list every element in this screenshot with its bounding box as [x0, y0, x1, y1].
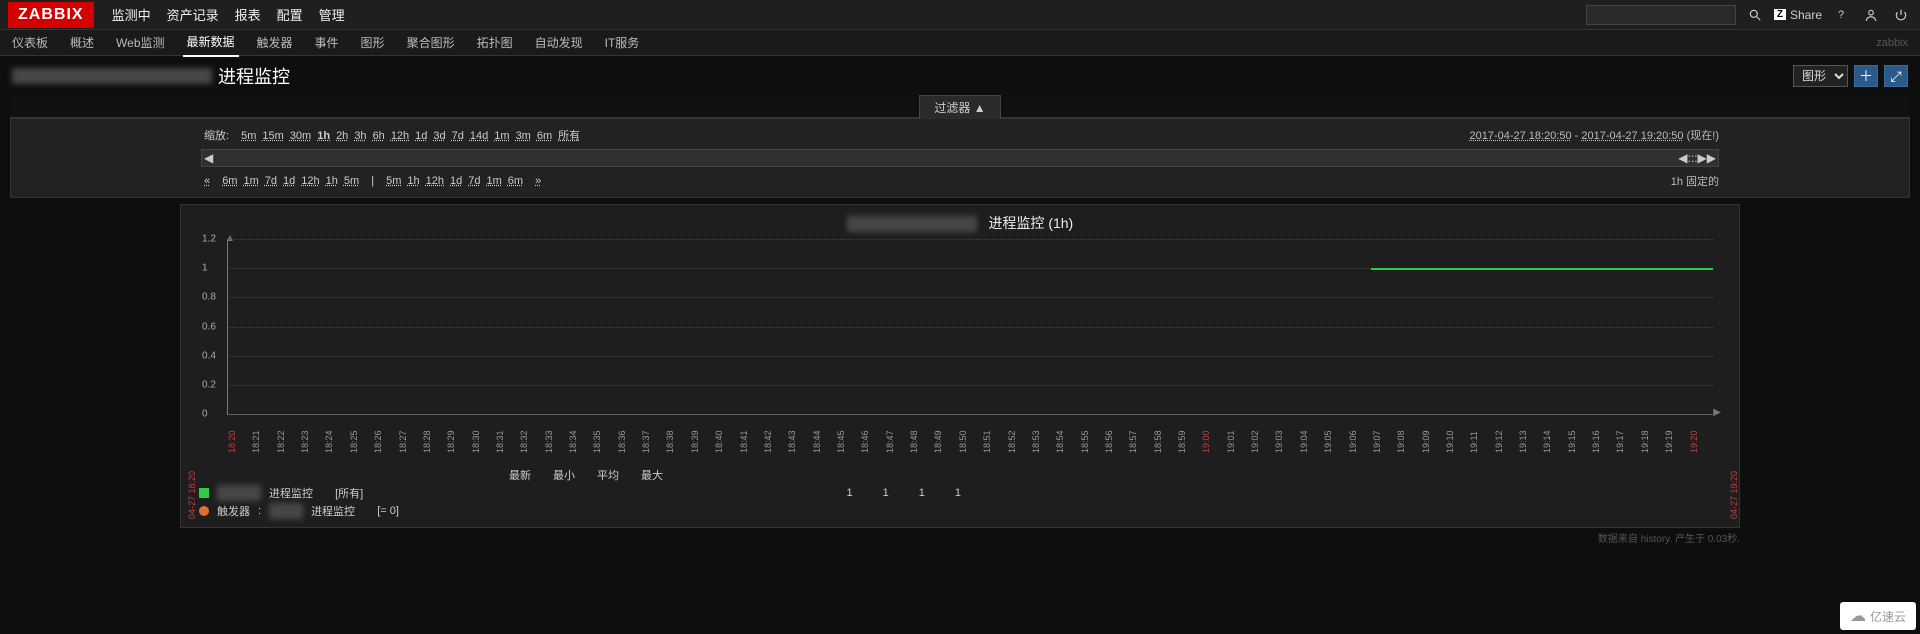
search-icon[interactable]: [1744, 4, 1766, 26]
zoom-link[interactable]: 14d: [470, 130, 488, 142]
sub-nav: 仪表板概述 Web监测最新数据触发器事件图形聚合图形拓扑图自动发现 IT服务 zabb…: [0, 30, 1920, 56]
page-fwd-link[interactable]: 12h: [426, 175, 444, 187]
subnav-item[interactable]: 触发器: [253, 29, 297, 56]
page-back-link[interactable]: 5m: [344, 175, 359, 187]
user-icon[interactable]: [1860, 4, 1882, 26]
page-back-link[interactable]: 6m: [222, 175, 237, 187]
graph-title: 进程监控 (1h): [199, 213, 1721, 233]
page-back-arrows[interactable]: «: [204, 175, 210, 187]
page-back-link[interactable]: 1d: [283, 175, 295, 187]
range-from[interactable]: 2017-04-27 18:20:50: [1469, 130, 1571, 142]
topmenu-item[interactable]: 配置: [277, 5, 303, 24]
subnav-item[interactable]: 最新数据: [183, 28, 239, 57]
range-now[interactable]: (现在!): [1687, 130, 1719, 142]
zoom-link[interactable]: 30m: [290, 130, 311, 142]
subnav-item[interactable]: 事件: [311, 29, 343, 56]
fullscreen-button[interactable]: ⤢: [1884, 65, 1908, 87]
legend-swatch: [199, 488, 209, 498]
topmenu-item[interactable]: 资产记录: [167, 5, 219, 24]
page-fwd-link[interactable]: 1d: [450, 175, 462, 187]
zoom-link[interactable]: 1d: [415, 130, 427, 142]
zoom-link[interactable]: 2h: [336, 130, 348, 142]
chart-plot: ▲▶ 00.20.40.60.811.2: [227, 239, 1713, 415]
add-button[interactable]: ＋: [1854, 65, 1878, 87]
trigger-swatch: [199, 506, 209, 516]
logo: ZABBIX: [8, 2, 94, 28]
page-header: 进程监控 图形 ＋ ⤢: [0, 56, 1920, 96]
zoom-link[interactable]: 12h: [391, 130, 409, 142]
x-end-label: 04-27 19:20: [1729, 471, 1739, 519]
x-start-label: 04-27 18:20: [187, 471, 197, 519]
page-fwd-link[interactable]: 6m: [508, 175, 523, 187]
timebar-drag[interactable]: ◀:::▶: [1678, 151, 1706, 165]
timebar-prev[interactable]: ◀: [204, 151, 213, 165]
top-menu: 监测中资产记录报表配置管理: [112, 5, 345, 24]
page-back-link[interactable]: 7d: [265, 175, 277, 187]
zoom-link[interactable]: 3h: [354, 130, 366, 142]
timebar-next[interactable]: ▶: [1707, 151, 1716, 165]
time-range: 2017-04-27 18:20:50 - 2017-04-27 19:20:5…: [1469, 127, 1719, 143]
page-back-link[interactable]: 12h: [301, 175, 319, 187]
power-icon[interactable]: [1890, 4, 1912, 26]
subnav-item[interactable]: 自动发现: [531, 29, 587, 56]
fixed-label: 1h 固定的: [1671, 173, 1719, 189]
range-to[interactable]: 2017-04-27 19:20:50: [1581, 130, 1683, 142]
page-fwd-link[interactable]: 7d: [468, 175, 480, 187]
view-select[interactable]: 图形: [1793, 65, 1848, 87]
top-right: ZShare ?: [1586, 4, 1912, 26]
zoom-link[interactable]: 15m: [262, 130, 283, 142]
page-links: « 6m1m7d1d12h1h5m | 5m1h12h1d7d1m6m »: [201, 175, 544, 187]
subnav-item[interactable]: 概述: [66, 29, 98, 56]
filter-bar: 过滤器 ▲: [10, 96, 1910, 118]
page-title: 进程监控: [218, 63, 290, 89]
page-back-link[interactable]: 1h: [326, 175, 338, 187]
search-input[interactable]: [1586, 5, 1736, 25]
filter-toggle[interactable]: 过滤器 ▲: [919, 95, 1000, 119]
zoom-link[interactable]: 7d: [452, 130, 464, 142]
share-button[interactable]: ZShare: [1774, 8, 1822, 22]
zoom-link[interactable]: 6m: [537, 130, 552, 142]
zoom-link[interactable]: 5m: [241, 130, 256, 142]
topmenu-item[interactable]: 报表: [235, 5, 261, 24]
subnav-item[interactable]: 聚合图形: [403, 29, 459, 56]
graph-box: 进程监控 (1h) ▲▶ 00.20.40.60.811.2 18:2018:2…: [180, 204, 1740, 528]
topmenu-item[interactable]: 监测中: [112, 5, 151, 24]
legend-trigger-row: 触发器: 进程监控 [= 0]: [199, 503, 1721, 519]
help-icon[interactable]: ?: [1830, 4, 1852, 26]
page-fwd-link[interactable]: 1h: [407, 175, 419, 187]
zoom-link[interactable]: 6h: [373, 130, 385, 142]
zoom-links: 缩放: 5m 15m 30m 1h 2h 3h 6h 12h 1d 3d 7d 14d 1m 3m 6m 所有: [201, 127, 586, 143]
page-fwd-link[interactable]: 1m: [487, 175, 502, 187]
subnav-item[interactable]: Web监测: [112, 29, 168, 56]
time-panel: 缩放: 5m 15m 30m 1h 2h 3h 6h 12h 1d 3d 7d 14d 1m 3m 6m 所有…: [10, 118, 1910, 198]
zoom-link[interactable]: 3d: [433, 130, 445, 142]
x-axis-ticks: 18:2018:2118:2218:2318:2418:2518:2618:27…: [227, 415, 1713, 453]
page-fwd-link[interactable]: 5m: [386, 175, 401, 187]
zoom-link[interactable]: 所有: [558, 130, 580, 142]
zoom-link[interactable]: 1m: [494, 130, 509, 142]
subnav-item[interactable]: 图形: [357, 29, 389, 56]
zoom-label: 缩放:: [204, 130, 229, 142]
zoom-link[interactable]: 3m: [516, 130, 531, 142]
subnav-item[interactable]: 拓扑图: [473, 29, 517, 56]
time-slider[interactable]: ◀ ◀:::▶ ▶: [201, 149, 1719, 167]
watermark: ☁亿速云: [1840, 602, 1916, 630]
legend: 最新最小平均最大 进程监控 [所有] 1111 触发器: 进程监控 [= 0]: [199, 467, 1721, 519]
zoom-link[interactable]: 1h: [317, 130, 330, 142]
topmenu-item[interactable]: 管理: [319, 5, 345, 24]
page-fwd-arrows[interactable]: »: [535, 175, 541, 187]
redacted-host: [12, 68, 212, 84]
top-bar: ZABBIX 监测中资产记录报表配置管理 ZShare ?: [0, 0, 1920, 30]
page-back-link[interactable]: 1m: [243, 175, 258, 187]
subnav-brand: zabbix: [1872, 32, 1912, 54]
subnav-item[interactable]: IT服务: [601, 29, 644, 56]
legend-series-row: 进程监控 [所有] 1111: [199, 485, 1721, 501]
subnav-item[interactable]: 仪表板: [8, 29, 52, 56]
footnote: 数据来自 history. 产生于 0.03秒.: [0, 530, 1740, 545]
